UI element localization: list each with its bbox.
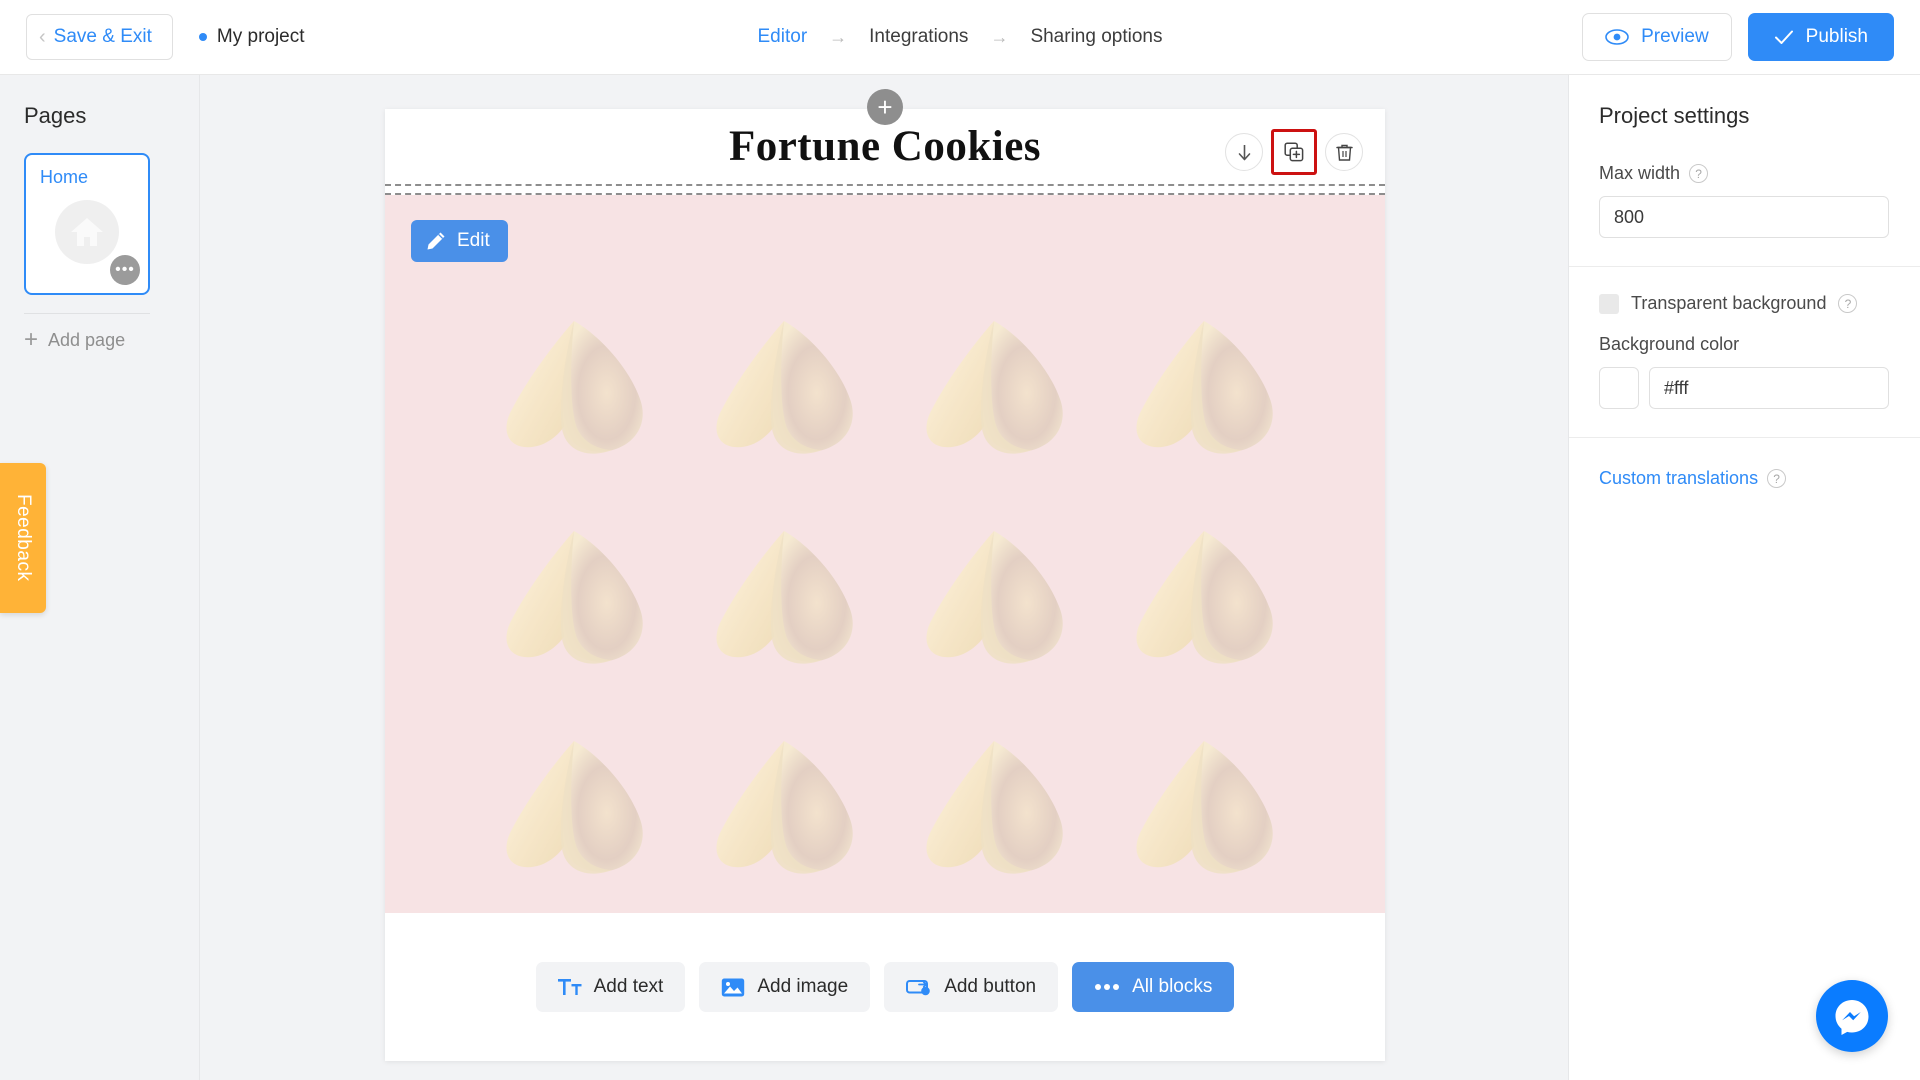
save-and-exit-button[interactable]: ‹ Save & Exit xyxy=(26,14,173,60)
all-blocks-button[interactable]: All blocks xyxy=(1072,962,1235,1012)
max-width-label-row: Max width ? xyxy=(1599,163,1920,184)
pages-title: Pages xyxy=(24,103,87,128)
top-bar-actions: Preview Publish xyxy=(1582,13,1894,61)
breadcrumb-item-integrations[interactable]: Integrations xyxy=(869,26,968,48)
fortune-cookie-image xyxy=(488,313,653,463)
pencil-icon xyxy=(427,232,445,250)
fortune-cookie-image xyxy=(908,523,1073,673)
status-dot-icon xyxy=(198,33,207,41)
help-icon[interactable]: ? xyxy=(1689,164,1709,183)
messenger-icon xyxy=(1835,1000,1869,1035)
project-name-label: My project xyxy=(216,26,305,47)
page-card-label: Home xyxy=(40,167,89,187)
plus-icon: + xyxy=(24,326,39,353)
check-icon xyxy=(1774,30,1793,44)
add-block-button[interactable]: + xyxy=(867,89,903,125)
add-text-label: Add text xyxy=(593,976,664,997)
fortune-cookie-image xyxy=(698,313,863,463)
image-block[interactable]: Edit xyxy=(385,195,1385,923)
trash-icon xyxy=(1335,144,1353,161)
fortune-cookie-image xyxy=(698,733,863,883)
publish-label: Publish xyxy=(1805,26,1868,47)
panel-divider xyxy=(1569,266,1920,267)
custom-translations-link[interactable]: Custom translations xyxy=(1599,468,1758,489)
max-width-input[interactable] xyxy=(1599,196,1889,238)
breadcrumb-item-editor[interactable]: Editor xyxy=(758,26,808,48)
add-image-button[interactable]: Add image xyxy=(699,962,871,1012)
feedback-label: Feedback xyxy=(13,494,34,582)
fortune-cookie-image xyxy=(1118,313,1283,463)
background-color-row xyxy=(1599,367,1920,409)
edit-label: Edit xyxy=(457,230,490,251)
canvas-area: + Fortune Cookies Edit Add text Add imag… xyxy=(200,75,1568,1080)
home-icon xyxy=(71,218,103,247)
fortune-cookie-image xyxy=(1118,733,1283,883)
help-icon[interactable]: ? xyxy=(1838,294,1858,313)
add-button-button[interactable]: Add button xyxy=(884,962,1059,1012)
all-blocks-label: All blocks xyxy=(1132,976,1213,997)
fortune-cookie-image xyxy=(1118,523,1283,673)
fortune-cookie-image xyxy=(488,733,653,883)
page-sheet: + Fortune Cookies Edit Add text Add imag… xyxy=(385,89,1385,1061)
max-width-label: Max width xyxy=(1599,163,1681,183)
block-toolbar xyxy=(1225,129,1363,175)
fortune-cookie-image xyxy=(698,523,863,673)
transparent-background-checkbox[interactable] xyxy=(1599,293,1619,314)
custom-translations-row: Custom translations ? xyxy=(1599,468,1920,489)
right-panel: Project settings Max width ? Transparent… xyxy=(1568,75,1920,1080)
duplicate-block-button[interactable] xyxy=(1271,129,1317,175)
transparent-background-label: Transparent background xyxy=(1631,293,1827,313)
image-icon xyxy=(722,978,745,996)
block-add-toolbar: Add text Add image Add button All blocks xyxy=(385,913,1385,1061)
sidebar-page-home[interactable]: Home ••• xyxy=(24,153,150,295)
breadcrumb: Editor → Integrations → Sharing options xyxy=(758,26,1163,48)
feedback-tab[interactable]: Feedback xyxy=(0,463,46,613)
text-icon xyxy=(557,979,582,995)
fortune-cookie-grid xyxy=(465,283,1305,913)
chevron-left-icon: ‹ xyxy=(39,26,46,48)
preview-label: Preview xyxy=(1641,26,1709,47)
sidebar-divider xyxy=(24,313,150,314)
page-title: Fortune Cookies xyxy=(728,123,1042,170)
fortune-cookie-image xyxy=(908,733,1073,883)
delete-block-button[interactable] xyxy=(1325,133,1363,171)
block-separator-top xyxy=(385,184,1385,186)
duplicate-icon xyxy=(1284,142,1304,162)
move-block-down-button[interactable] xyxy=(1225,133,1263,171)
color-swatch[interactable] xyxy=(1599,367,1639,409)
top-bar: ‹ Save & Exit My project Editor → Integr… xyxy=(0,0,1920,75)
edit-block-button[interactable]: Edit xyxy=(411,220,508,262)
fortune-cookie-image xyxy=(908,313,1073,463)
background-color-input[interactable] xyxy=(1649,367,1889,409)
project-name[interactable]: My project xyxy=(198,26,305,48)
add-page-button[interactable]: + Add page xyxy=(24,328,199,352)
breadcrumb-item-sharing-options[interactable]: Sharing options xyxy=(1030,26,1162,48)
block-separator-gap xyxy=(385,186,1385,193)
project-settings-title: Project settings xyxy=(1599,103,1750,128)
dots-icon xyxy=(1095,984,1120,990)
fortune-cookie-image xyxy=(488,523,653,673)
add-page-label: Add page xyxy=(48,329,126,350)
help-icon[interactable]: ? xyxy=(1767,469,1787,488)
transparent-background-row[interactable]: Transparent background ? xyxy=(1599,293,1920,314)
panel-divider xyxy=(1569,437,1920,438)
page-thumbnail xyxy=(55,200,119,265)
save-and-exit-label: Save & Exit xyxy=(53,26,152,47)
add-image-label: Add image xyxy=(757,976,849,997)
arrow-down-icon xyxy=(1238,144,1250,160)
background-color-label: Background color xyxy=(1599,334,1740,354)
page-options-button[interactable]: ••• xyxy=(110,255,140,285)
add-text-button[interactable]: Add text xyxy=(535,962,686,1012)
eye-icon xyxy=(1605,29,1629,45)
arrow-right-icon: → xyxy=(829,26,848,47)
add-button-label: Add button xyxy=(944,976,1037,997)
messenger-chat-button[interactable] xyxy=(1816,980,1888,1052)
publish-button[interactable]: Publish xyxy=(1747,13,1894,61)
button-icon xyxy=(906,979,930,995)
arrow-right-icon: → xyxy=(990,26,1009,47)
preview-button[interactable]: Preview xyxy=(1582,13,1732,61)
